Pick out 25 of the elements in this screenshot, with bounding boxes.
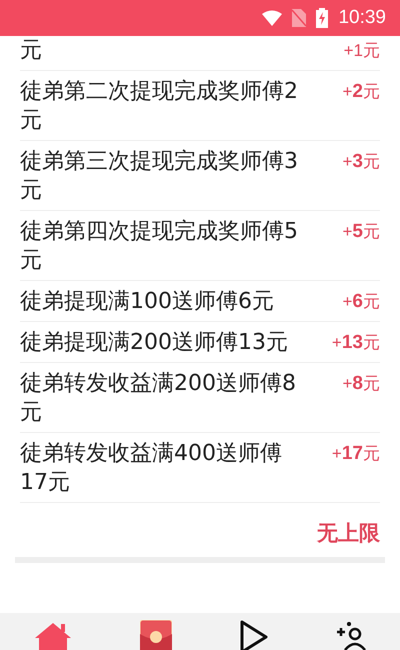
reward-label: 徒弟第四次提现完成奖师傅5元 [20,218,299,275]
envelope-icon[interactable] [140,620,172,650]
reward-amount: +13元 [332,331,380,355]
reward-amount: +8元 [342,372,380,396]
reward-amount: +6元 [342,290,380,314]
add-user-icon[interactable] [334,620,367,650]
home-icon[interactable] [33,620,74,650]
reward-label: 元 [20,37,43,65]
reward-amount: +1元 [344,40,380,62]
reward-label: 徒弟转发收益满400送师傅17元 [20,440,283,497]
reward-label: 徒弟第三次提现完成奖师傅3元 [20,148,299,205]
no-limit-note: 无上限 [317,520,380,547]
reward-amount: +5元 [342,220,380,244]
reward-label: 徒弟提现满100送师傅6元 [20,288,275,316]
reward-label: 徒弟转发收益满200送师傅8元 [20,370,297,427]
reward-label: 徒弟提现满200送师傅13元 [20,329,289,357]
reward-label: 徒弟第二次提现完成奖师傅2元 [20,78,299,135]
battery-charging-icon [316,8,328,28]
wifi-icon [262,10,282,26]
status-time: 10:39 [338,7,386,29]
reward-amount: +2元 [342,80,380,104]
reward-amount: +3元 [342,150,380,174]
reward-amount: +17元 [332,442,380,466]
play-icon[interactable] [238,620,268,650]
no-sim-icon [292,9,306,27]
